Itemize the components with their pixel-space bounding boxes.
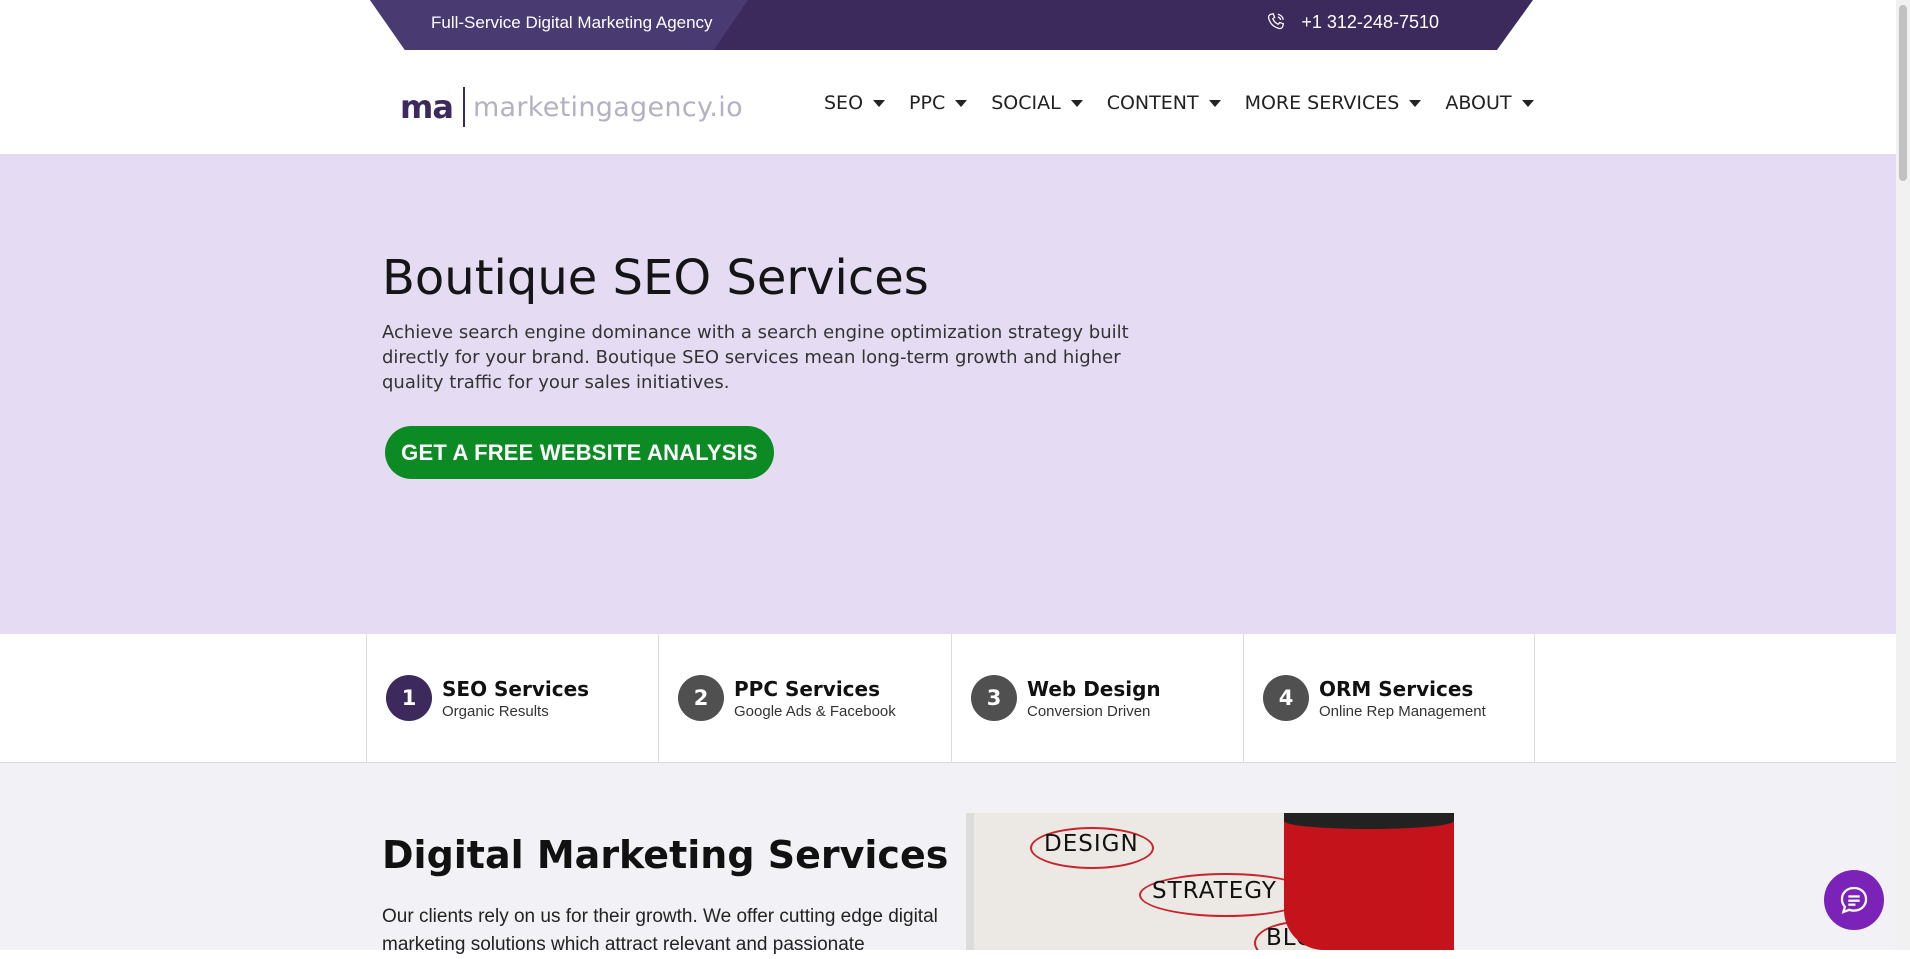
nav-item-content[interactable]: CONTENT [1107, 92, 1221, 114]
hero-description: Achieve search engine dominance with a s… [382, 322, 1129, 393]
service-text: ORM Services Online Rep Management [1319, 677, 1486, 720]
logo-wordmark: marketingagency.io [472, 91, 743, 123]
caret-down-icon [955, 99, 968, 107]
chat-bubble-icon [1840, 886, 1868, 914]
phone-link[interactable]: +1 312-248-7510 [1265, 11, 1439, 33]
service-tab-ppc[interactable]: 2 PPC Services Google Ads & Facebook [658, 634, 950, 762]
nav-item-label: SOCIAL [991, 92, 1061, 114]
step-number-badge: 1 [386, 675, 432, 721]
nav-item-label: MORE SERVICES [1244, 92, 1400, 114]
service-text: SEO Services Organic Results [442, 677, 589, 720]
logo-mark: ma [400, 88, 454, 126]
service-subtitle: Google Ads & Facebook [734, 702, 896, 720]
step-number-badge: 2 [678, 675, 724, 721]
section-title: Digital Marketing Services [382, 833, 949, 877]
logo-divider [462, 87, 465, 127]
caret-down-icon [1208, 99, 1221, 107]
service-subtitle: Online Rep Management [1319, 702, 1486, 720]
nav-item-ppc[interactable]: PPC [909, 92, 968, 114]
service-subtitle: Conversion Driven [1027, 702, 1151, 720]
caret-down-icon [1070, 99, 1083, 107]
services-strip: 1 SEO Services Organic Results 2 PPC Ser… [0, 634, 1910, 763]
step-number-badge: 4 [1263, 675, 1309, 721]
section-description: Our clients rely on us for their growth.… [382, 906, 938, 955]
coffee-mug [1284, 813, 1454, 950]
nav-item-more-services[interactable]: MORE SERVICES [1245, 92, 1422, 114]
phone-icon [1268, 13, 1285, 30]
caret-down-icon [1521, 99, 1534, 107]
service-tab-orm[interactable]: 4 ORM Services Online Rep Management [1243, 634, 1535, 762]
site-logo[interactable]: ma marketingagency.io [400, 87, 743, 127]
agency-tagline: Full-Service Digital Marketing Agency [431, 13, 713, 32]
main-nav: SEO PPC SOCIAL CONTENT MORE SERVICES ABO… [824, 92, 1534, 114]
service-text: PPC Services Google Ads & Facebook [734, 677, 896, 720]
tagline-panel: Full-Service Digital Marketing Agency [370, 0, 748, 50]
service-tab-seo[interactable]: 1 SEO Services Organic Results [366, 634, 658, 762]
photo-word-strategy: STRATEGY [1152, 878, 1277, 904]
nav-item-social[interactable]: SOCIAL [991, 92, 1083, 114]
step-number-badge: 3 [971, 675, 1017, 721]
phone-number: +1 312-248-7510 [1301, 11, 1439, 32]
service-text: Web Design Conversion Driven [1027, 677, 1161, 720]
strategy-photo: DESIGN STRATEGY BLOG [966, 813, 1454, 950]
service-tab-web-design[interactable]: 3 Web Design Conversion Driven [951, 634, 1243, 762]
digital-marketing-section: Digital Marketing Services Our clients r… [0, 763, 1910, 955]
caret-down-icon [1409, 99, 1422, 107]
nav-item-about[interactable]: ABOUT [1445, 92, 1534, 114]
service-title: SEO Services [442, 676, 590, 701]
service-title: Web Design [1027, 676, 1161, 701]
hero-section: Boutique SEO Services Achieve search eng… [0, 154, 1910, 634]
site-header: ma marketingagency.io SEO PPC SOCIAL CON… [0, 50, 1910, 154]
nav-item-label: CONTENT [1106, 92, 1199, 114]
photo-word-design: DESIGN [1044, 831, 1139, 857]
service-title: PPC Services [734, 676, 881, 701]
nav-item-label: ABOUT [1445, 92, 1512, 114]
service-title: ORM Services [1319, 676, 1474, 701]
chat-widget-button[interactable] [1824, 870, 1884, 930]
vertical-scrollbar[interactable] [1896, 0, 1910, 950]
scrollbar-thumb[interactable] [1899, 5, 1907, 181]
caret-down-icon [873, 99, 886, 107]
nav-item-seo[interactable]: SEO [824, 92, 886, 114]
free-website-analysis-button[interactable]: GET A FREE WEBSITE ANALYSIS [385, 426, 774, 479]
hero-title: Boutique SEO Services [382, 250, 929, 306]
nav-item-label: SEO [824, 92, 864, 114]
service-subtitle: Organic Results [442, 702, 549, 720]
nav-item-label: PPC [909, 92, 946, 114]
coffee-mug-rim [1284, 813, 1454, 829]
top-utility-bar: Full-Service Digital Marketing Agency +1… [370, 0, 1533, 50]
